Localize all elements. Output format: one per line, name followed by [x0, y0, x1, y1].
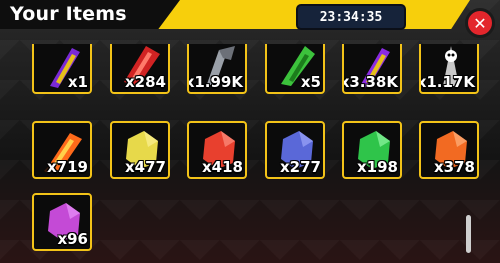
item-slot[interactable]: x1.17K — [419, 44, 479, 94]
item-slot[interactable]: x5 — [265, 44, 325, 94]
item-slot[interactable]: x284 — [110, 44, 170, 94]
item-quantity: x1 — [67, 73, 88, 91]
item-slot[interactable]: x198 — [342, 121, 402, 179]
item-quantity: x277 — [280, 158, 321, 176]
item-quantity: x5 — [300, 73, 321, 91]
item-quantity: x477 — [125, 158, 166, 176]
scrollbar-thumb[interactable] — [466, 215, 471, 253]
header: Your Items 23:34:35 — [0, 0, 500, 36]
item-quantity: x1.99K — [187, 73, 243, 91]
item-slot[interactable]: x418 — [187, 121, 247, 179]
item-quantity: x418 — [202, 158, 243, 176]
item-quantity: x719 — [47, 158, 88, 176]
item-quantity: x284 — [125, 73, 166, 91]
item-slot[interactable]: x277 — [265, 121, 325, 179]
item-quantity: x1.17K — [419, 73, 475, 91]
item-slot[interactable]: x1.99K — [187, 44, 247, 94]
close-button[interactable]: ✕ — [465, 8, 495, 38]
item-slot[interactable]: x96 — [32, 193, 92, 251]
item-slot[interactable]: x378 — [419, 121, 479, 179]
items-grid[interactable]: x1 x284 x1.99K x5 x3.38K x1.17K x719 x47… — [20, 44, 480, 263]
item-slot[interactable]: x1 — [32, 44, 92, 94]
countdown-timer: 23:34:35 — [296, 4, 406, 30]
item-quantity: x198 — [357, 158, 398, 176]
item-slot[interactable]: x477 — [110, 121, 170, 179]
item-quantity: x3.38K — [342, 73, 398, 91]
page-title: Your Items — [10, 3, 127, 25]
item-slot[interactable]: x3.38K — [342, 44, 402, 94]
item-quantity: x96 — [57, 230, 88, 248]
item-slot[interactable]: x719 — [32, 121, 92, 179]
close-icon: ✕ — [473, 13, 487, 33]
item-quantity: x378 — [434, 158, 475, 176]
